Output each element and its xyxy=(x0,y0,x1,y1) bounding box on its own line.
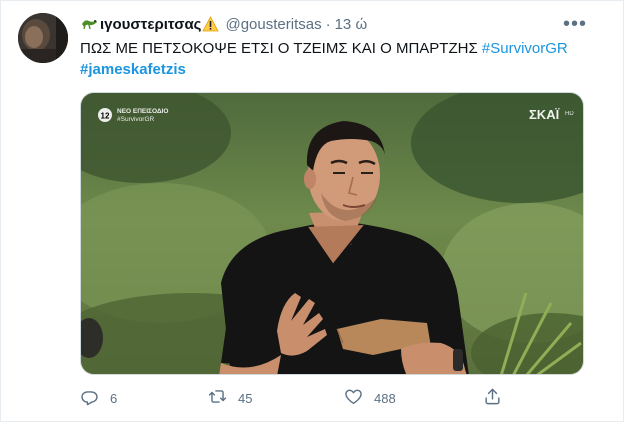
like-count: 488 xyxy=(374,390,396,406)
channel-badge-number: 12 xyxy=(101,112,110,121)
retweet-icon xyxy=(208,387,227,409)
retweet-count: 45 xyxy=(238,390,253,406)
warning-icon xyxy=(202,16,220,32)
badge-line1: ΝΕΟ ΕΠΕΙΣΟΔΙΟ xyxy=(117,108,168,115)
tweet-text-line1: ΠΩΣ ΜΕ ΠΕΤΣΟΚΟΨΕ ΕΤΣΙ Ο ΤΖΕΙΜΣ ΚΑΙ Ο ΜΠΑ… xyxy=(80,39,568,59)
reply-count: 6 xyxy=(110,390,118,406)
heart-icon xyxy=(344,387,363,409)
separator-dot: · xyxy=(325,15,331,33)
tweet-text-line2: #jameskafetzis xyxy=(80,60,186,80)
reply-icon xyxy=(80,387,99,409)
user-handle[interactable]: @gousteritsas xyxy=(225,16,321,33)
tweet-media-image[interactable]: 12 ΝΕΟ ΕΠΕΙΣΟΔΙΟ #SurvivorGR ΣΚΑΪ HD xyxy=(80,92,584,375)
display-name[interactable]: ιγουστεριτσας xyxy=(100,16,201,33)
tweet-card[interactable]: ιγουστεριτσας @gousteritsas · 13 ώ ••• Π… xyxy=(0,0,624,422)
share-icon xyxy=(483,387,502,409)
tweet-header: ιγουστεριτσας @gousteritsas · 13 ώ xyxy=(80,14,367,34)
hashtag-survivorgr[interactable]: #SurvivorGR xyxy=(482,40,568,57)
network-logo-suffix: HD xyxy=(565,111,574,117)
like-button[interactable]: 488 xyxy=(344,386,396,410)
hashtag-jameskafetzis[interactable]: #jameskafetzis xyxy=(80,61,186,78)
tweet-actions: 6 45 488 xyxy=(80,386,584,410)
share-button[interactable] xyxy=(483,386,502,410)
lizard-icon xyxy=(80,15,98,33)
badge-line2: #SurvivorGR xyxy=(117,116,155,123)
network-logo: ΣΚΑΪ xyxy=(529,107,560,122)
avatar[interactable] xyxy=(18,13,68,63)
timestamp[interactable]: 13 ώ xyxy=(335,16,368,33)
retweet-button[interactable]: 45 xyxy=(208,386,252,410)
tweet-text: ΠΩΣ ΜΕ ΠΕΤΣΟΚΟΨΕ ΕΤΣΙ Ο ΤΖΕΙΜΣ ΚΑΙ Ο ΜΠΑ… xyxy=(80,40,478,57)
reply-button[interactable]: 6 xyxy=(80,386,117,410)
more-icon[interactable]: ••• xyxy=(562,14,588,34)
